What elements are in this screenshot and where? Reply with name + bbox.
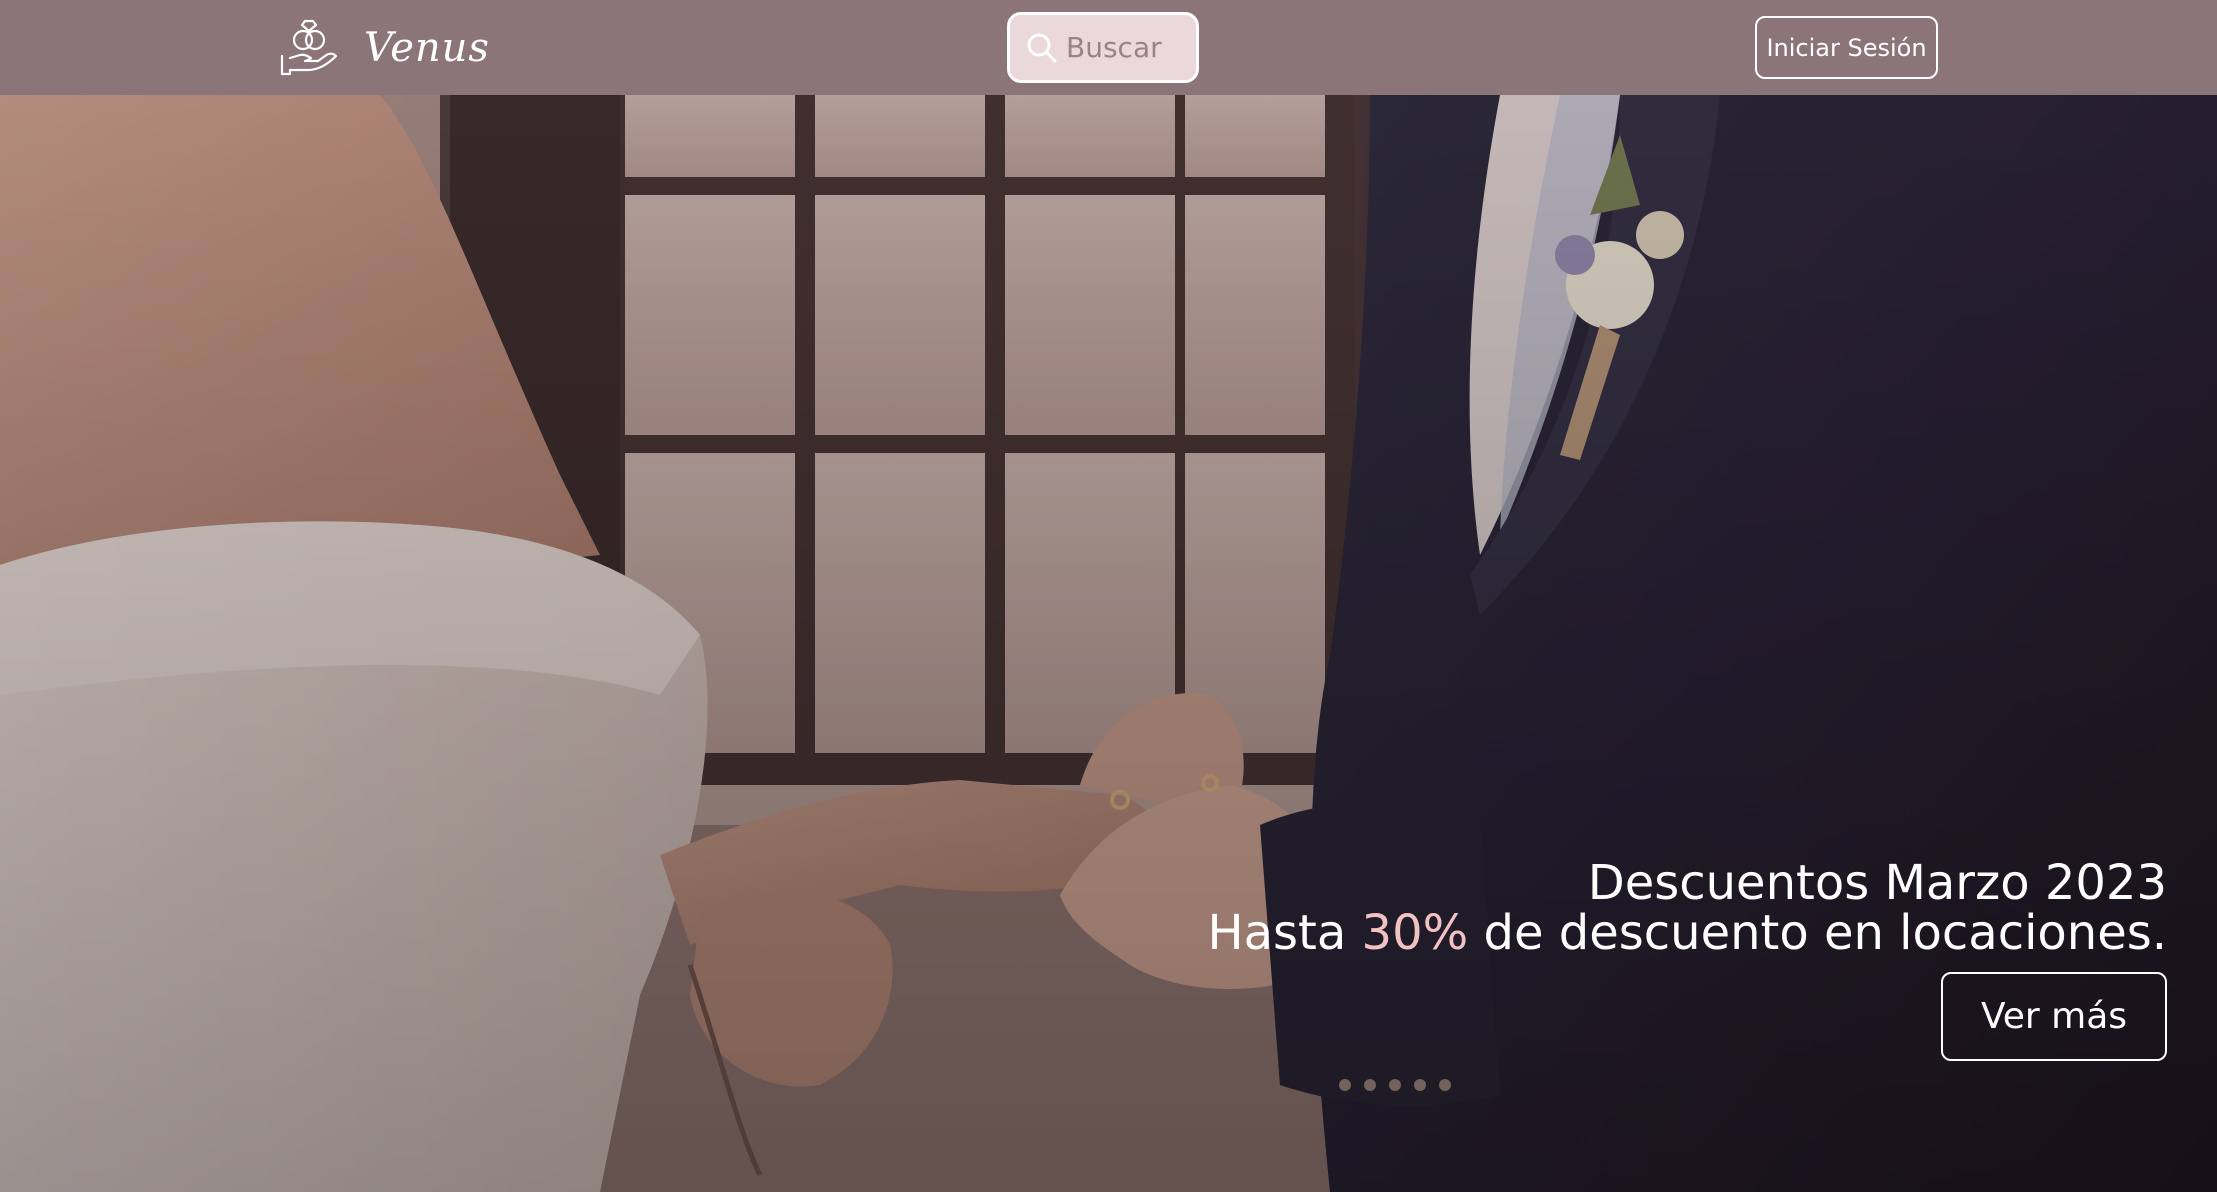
see-more-button[interactable]: Ver más [1941,972,2167,1061]
promo-subtitle-prefix: Hasta [1207,905,1362,961]
search-input[interactable] [1066,31,1186,64]
brand-name: Venus [364,25,490,71]
hero-banner: Descuentos Marzo 2023 Hasta 30% de descu… [0,95,2217,1192]
top-navbar: Venus Iniciar Sesión [0,0,2217,95]
login-button[interactable]: Iniciar Sesión [1755,16,1938,79]
promo-block: Descuentos Marzo 2023 Hasta 30% de descu… [1208,858,2167,1061]
promo-subtitle: Hasta 30% de descuento en locaciones. [1208,908,2167,958]
brand-logo-link[interactable]: Venus [278,18,490,78]
promo-subtitle-suffix: de descuento en locaciones. [1468,905,2167,961]
search-box[interactable] [1007,12,1199,83]
promo-title: Descuentos Marzo 2023 [1587,855,2167,911]
search-icon [1027,33,1057,62]
rings-in-hand-icon [280,19,338,76]
promo-discount-highlight: 30% [1361,905,1469,961]
